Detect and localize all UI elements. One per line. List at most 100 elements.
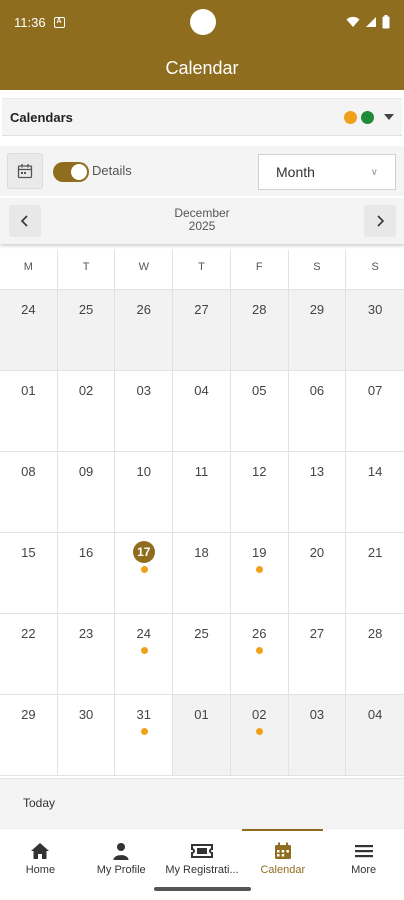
day-cell[interactable]: 11	[173, 452, 231, 532]
day-cell[interactable]: 08	[0, 452, 58, 532]
day-cell[interactable]: 24	[115, 614, 174, 694]
day-cell[interactable]: 27	[289, 614, 347, 694]
day-cell[interactable]: 03	[115, 371, 174, 451]
calendar-icon	[274, 841, 292, 861]
previous-month-button[interactable]	[9, 205, 41, 237]
caret-down-icon	[384, 114, 394, 120]
day-number: 26	[136, 302, 152, 317]
day-cell[interactable]: 25	[57, 290, 116, 370]
day-cell[interactable]: 30	[346, 290, 404, 370]
month-year-label: December 2025	[150, 207, 254, 233]
day-number: 25	[78, 302, 94, 317]
event-dot	[256, 728, 264, 735]
day-cell[interactable]: 26	[115, 290, 174, 370]
day-cell[interactable]: 31	[115, 695, 174, 775]
weeks-container: 24 25 26 27 28 29 30 01 02 03 04 05 06 07 08 09 10 11 12 13…	[0, 290, 404, 776]
day-cell[interactable]: 26	[231, 614, 289, 694]
day-cell[interactable]: 02	[58, 371, 116, 451]
day-number: 08	[21, 464, 36, 479]
day-cell[interactable]: 12	[231, 452, 289, 532]
day-cell[interactable]: 01	[0, 371, 58, 451]
day-cell[interactable]: 13	[289, 452, 347, 532]
day-cell[interactable]: 09	[58, 452, 116, 532]
day-number: 21	[367, 545, 383, 560]
day-number: 03	[136, 383, 152, 398]
day-cell[interactable]: 16	[58, 533, 116, 613]
day-cell[interactable]: 14	[346, 452, 404, 532]
status-bar: 11:36 A	[0, 0, 404, 44]
calendar-color-dot	[344, 110, 357, 124]
day-cell[interactable]: 29	[0, 695, 58, 775]
weekday-label: T	[58, 250, 116, 289]
day-cell[interactable]: 18	[173, 533, 231, 613]
day-cell[interactable]: 23	[58, 614, 116, 694]
ticket-icon	[190, 841, 213, 861]
day-number: 26	[251, 626, 267, 641]
day-cell[interactable]: 04	[173, 371, 231, 451]
day-number: 30	[78, 707, 94, 722]
chevron-down-icon: ∨	[370, 166, 378, 178]
day-number: 29	[309, 302, 325, 317]
calendars-selector[interactable]: Calendars	[2, 98, 402, 136]
wifi-icon	[346, 16, 360, 27]
nav-tab-calendar[interactable]: Calendar	[242, 829, 323, 900]
day-number: 18	[194, 545, 209, 560]
nav-tab-home[interactable]: Home	[0, 829, 81, 900]
details-label: Details	[92, 163, 132, 178]
day-cell[interactable]: 03	[288, 695, 347, 775]
menu-icon	[354, 841, 374, 861]
day-cell[interactable]: 01	[173, 695, 231, 775]
weekday-label: M	[0, 250, 58, 289]
week-row: 01 02 03 04 05 06 07	[0, 371, 404, 452]
day-cell[interactable]: 30	[58, 695, 116, 775]
day-cell[interactable]: 25	[173, 614, 231, 694]
day-cell[interactable]: 24	[0, 290, 58, 370]
today-bar[interactable]: Today	[0, 778, 404, 828]
calendar-controls: Details Month ∨	[0, 146, 404, 196]
next-month-button[interactable]	[364, 205, 396, 237]
day-cell[interactable]: 15	[0, 533, 58, 613]
date-picker-button[interactable]	[7, 153, 43, 189]
day-cell[interactable]: 21	[346, 533, 404, 613]
day-number: 09	[78, 464, 94, 479]
nav-tab-my-profile[interactable]: My Profile	[81, 829, 162, 900]
day-number: 22	[21, 626, 36, 641]
day-cell[interactable]: 10	[115, 452, 174, 532]
sim-icon: A	[53, 16, 65, 28]
day-cell[interactable]: 27	[173, 290, 231, 370]
day-number: 05	[251, 383, 267, 398]
day-number: 01	[194, 707, 209, 722]
day-cell[interactable]: 05	[231, 371, 289, 451]
nav-tab-more[interactable]: More	[323, 829, 404, 900]
day-cell[interactable]: 04	[346, 695, 404, 775]
day-cell[interactable]: 06	[289, 371, 347, 451]
day-number: 01	[21, 383, 36, 398]
nav-tab-label: My Registrati...	[165, 864, 239, 876]
event-dot	[140, 647, 148, 654]
day-number: 13	[309, 464, 325, 479]
day-number: 20	[309, 545, 325, 560]
day-cell[interactable]: 02	[230, 695, 289, 775]
details-toggle[interactable]	[53, 162, 89, 182]
day-cell[interactable]: 29	[288, 290, 347, 370]
view-select[interactable]: Month ∨	[258, 154, 396, 190]
toggle-knob	[71, 164, 87, 180]
day-cell[interactable]: 07	[346, 371, 404, 451]
weekday-label: S	[289, 250, 347, 289]
today-label: Today	[23, 796, 56, 810]
app-header: 11:36 A Calendar	[0, 0, 404, 90]
day-cell[interactable]: 20	[289, 533, 347, 613]
day-cell-today[interactable]: 17	[115, 533, 174, 613]
day-cell[interactable]: 19	[231, 533, 289, 613]
week-row: 24 25 26 27 28 29 30	[0, 290, 404, 371]
day-cell[interactable]: 22	[0, 614, 58, 694]
day-cell[interactable]: 28	[346, 614, 404, 694]
calendar-icon	[17, 164, 33, 179]
day-cell[interactable]: 28	[230, 290, 289, 370]
day-number: 02	[78, 383, 94, 398]
day-number: 10	[136, 464, 152, 479]
nav-tab-label: My Profile	[96, 864, 146, 876]
weekday-label: F	[231, 250, 289, 289]
signal-icon	[366, 17, 376, 27]
day-number: 07	[367, 383, 383, 398]
